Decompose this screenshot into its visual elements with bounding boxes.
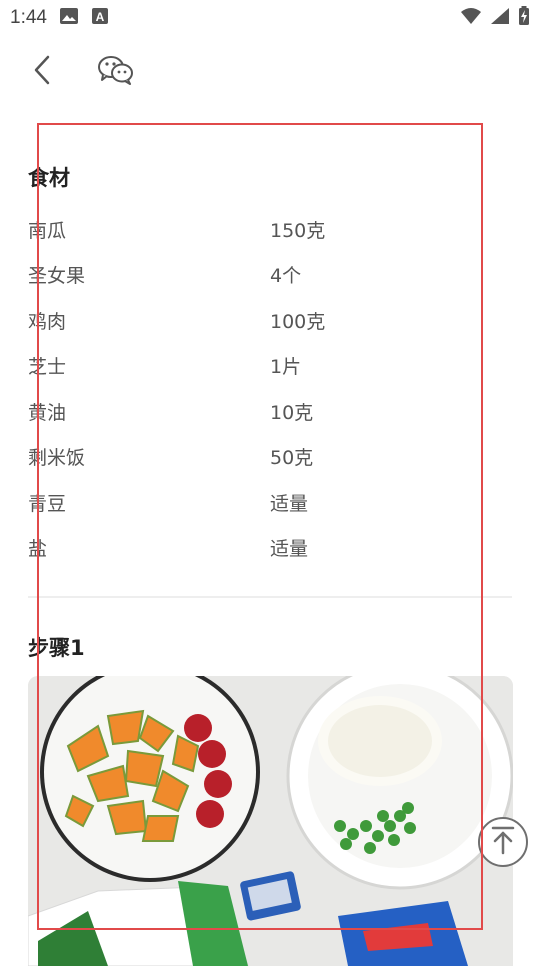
- ingredient-row: 黄油 10克: [28, 398, 508, 428]
- ingredient-qty: 1片: [270, 356, 302, 378]
- battery-charging-icon: [518, 6, 530, 30]
- ingredient-qty: 适量: [270, 538, 309, 560]
- ingredient-qty: 4个: [270, 265, 302, 287]
- ingredient-row: 南瓜 150克: [28, 216, 508, 246]
- step-image[interactable]: [28, 676, 513, 966]
- ingredient-name: 芝士: [28, 356, 67, 378]
- status-bar: 1:44 A: [0, 0, 540, 36]
- wifi-icon: [460, 7, 482, 29]
- ingredient-qty: 150克: [270, 220, 326, 242]
- section-divider: [28, 596, 512, 598]
- status-time: 1:44: [10, 7, 47, 28]
- signal-icon: [490, 7, 510, 29]
- ingredient-name: 鸡肉: [28, 311, 67, 333]
- back-button[interactable]: [24, 52, 60, 92]
- wechat-share-button[interactable]: [94, 52, 138, 92]
- arrow-up-to-top-icon: [489, 824, 517, 860]
- status-right: [460, 6, 530, 30]
- image-icon: [59, 7, 79, 29]
- chevron-left-icon: [32, 54, 52, 90]
- toolbar: [0, 46, 540, 100]
- ingredient-name: 南瓜: [28, 220, 67, 242]
- status-left: 1:44 A: [10, 7, 109, 29]
- ingredient-name: 圣女果: [28, 265, 86, 287]
- ingredient-name: 青豆: [28, 493, 67, 515]
- ingredient-name: 剩米饭: [28, 447, 86, 469]
- step-title: 步骤1: [28, 636, 85, 660]
- ingredient-row: 盐 适量: [28, 534, 508, 564]
- ingredient-qty: 100克: [270, 311, 326, 333]
- ingredient-row: 圣女果 4个: [28, 261, 508, 291]
- ingredient-name: 盐: [28, 538, 48, 560]
- scroll-to-top-button[interactable]: [478, 817, 528, 867]
- wechat-icon: [97, 54, 135, 90]
- food-photo: [28, 676, 513, 966]
- ingredient-name: 黄油: [28, 402, 67, 424]
- ingredients-title: 食材: [28, 166, 70, 190]
- ingredient-qty: 适量: [270, 493, 309, 515]
- ingredient-qty: 10克: [270, 402, 314, 424]
- svg-text:A: A: [96, 10, 105, 24]
- ingredient-row: 鸡肉 100克: [28, 307, 508, 337]
- ingredient-row: 剩米饭 50克: [28, 443, 508, 473]
- a-notification-icon: A: [91, 7, 109, 29]
- ingredient-row: 青豆 适量: [28, 489, 508, 519]
- ingredient-row: 芝士 1片: [28, 352, 508, 382]
- ingredient-qty: 50克: [270, 447, 314, 469]
